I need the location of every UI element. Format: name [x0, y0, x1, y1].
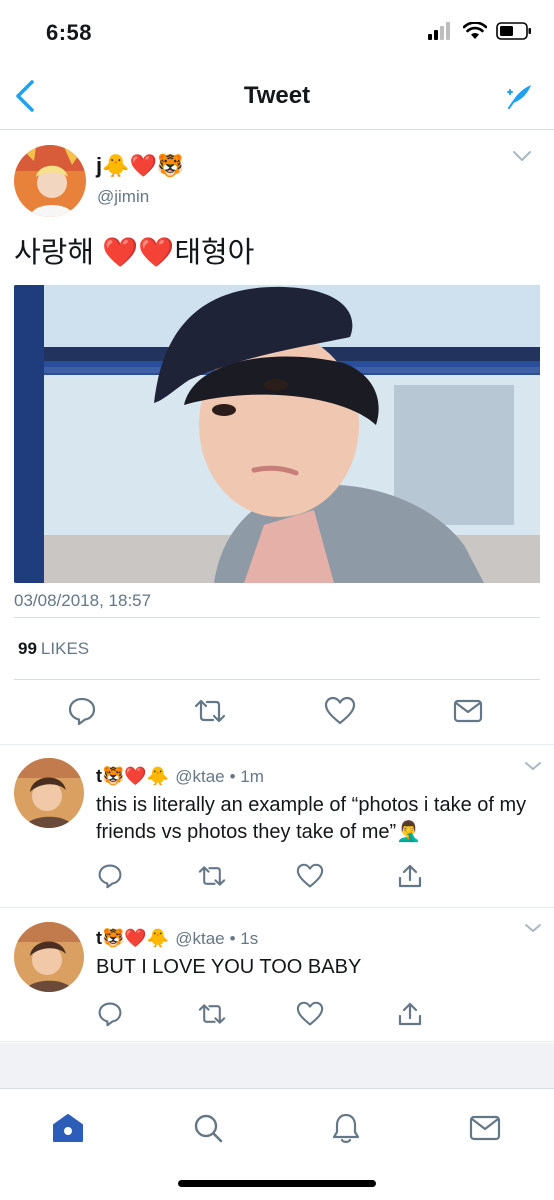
share-icon	[398, 1002, 422, 1026]
reply-time: • 1m	[229, 766, 264, 786]
reply-text: BUT I LOVE YOU TOO BABY	[96, 956, 362, 978]
message-icon	[469, 1115, 501, 1141]
share-button[interactable]	[392, 996, 428, 1032]
message-icon	[453, 699, 483, 723]
chevron-down-icon	[525, 924, 541, 932]
notifications-icon	[332, 1113, 360, 1143]
reply-text: this is literally an example of “photos …	[96, 794, 527, 843]
tweet-actions	[0, 693, 554, 733]
retweet-icon	[198, 866, 226, 886]
tab-messages[interactable]	[465, 1108, 505, 1148]
tweet-text: 사랑해 ❤️❤️태형아	[14, 237, 255, 269]
divider	[14, 679, 540, 680]
list-footer	[0, 1043, 554, 1089]
retweet-button[interactable]	[194, 858, 230, 894]
likes-count: 99	[18, 639, 37, 658]
tab-home[interactable]	[48, 1108, 88, 1148]
tab-notifications[interactable]	[326, 1108, 366, 1148]
reply-header: t🐯❤️🐥 @ktae • 1m	[96, 766, 264, 787]
chevron-down-icon	[525, 762, 541, 770]
reply-menu-button[interactable]	[524, 920, 542, 938]
wifi-icon	[463, 22, 487, 39]
share-button[interactable]	[392, 858, 428, 894]
battery-icon	[496, 22, 531, 40]
reply-time: • 1s	[229, 928, 259, 948]
likes-label: LIKES	[40, 639, 90, 658]
reply-author-name[interactable]: t🐯❤️🐥	[96, 928, 169, 949]
like-icon	[324, 696, 356, 725]
avatar-image	[14, 922, 84, 992]
retweet-icon	[194, 699, 226, 723]
status-bar: 6:58	[0, 0, 554, 64]
tab-search[interactable]	[188, 1108, 228, 1148]
reply-author-handle[interactable]: @ktae	[175, 929, 224, 949]
author-handle[interactable]: @jimin	[97, 187, 149, 207]
tweet-photo[interactable]	[14, 285, 540, 583]
status-icons	[428, 22, 532, 40]
like-button[interactable]	[292, 996, 328, 1032]
likes-stat[interactable]: 99 LIKES	[18, 639, 89, 659]
reply-author-handle[interactable]: @ktae	[175, 767, 224, 787]
nav-bar: Tweet	[0, 64, 554, 130]
home-icon	[53, 1114, 83, 1142]
reply-header: t🐯❤️🐥 @ktae • 1s	[96, 928, 258, 949]
like-button[interactable]	[292, 858, 328, 894]
reply-tweet[interactable]: t🐯❤️🐥 @ktae • 1m this is literally an ex…	[0, 746, 554, 908]
main-tweet[interactable]: j🐥❤️🐯 @jimin 사랑해 ❤️❤️태형아 03/08/2018, 18:…	[0, 131, 554, 745]
reply-button[interactable]	[92, 858, 128, 894]
author-name[interactable]: j🐥❤️🐯	[96, 153, 184, 179]
reply-tweet[interactable]: t🐯❤️🐥 @ktae • 1s BUT I LOVE YOU TOO BABY	[0, 908, 554, 1042]
retweet-icon	[198, 1004, 226, 1024]
reply-menu-button[interactable]	[524, 758, 542, 776]
avatar[interactable]	[14, 145, 86, 217]
photo-image	[14, 285, 540, 583]
divider	[14, 617, 540, 618]
search-icon	[194, 1114, 223, 1143]
tweet-menu-button[interactable]	[512, 149, 532, 167]
like-icon	[296, 1001, 324, 1026]
reply-icon	[98, 864, 122, 889]
message-button[interactable]	[450, 693, 486, 729]
like-button[interactable]	[322, 693, 358, 729]
reply-button[interactable]	[92, 996, 128, 1032]
home-indicator[interactable]	[178, 1180, 376, 1187]
reply-button[interactable]	[64, 693, 100, 729]
compose-icon	[507, 85, 531, 109]
like-icon	[296, 863, 324, 888]
page-title: Tweet	[243, 82, 311, 109]
retweet-button[interactable]	[192, 693, 228, 729]
avatar-image	[14, 145, 86, 217]
reply-icon	[98, 1002, 122, 1027]
reply-icon	[68, 697, 96, 726]
chevron-down-icon	[513, 151, 531, 161]
avatar-image	[14, 758, 84, 828]
avatar[interactable]	[14, 922, 84, 992]
avatar[interactable]	[14, 758, 84, 828]
share-icon	[398, 864, 422, 888]
tweet-timestamp: 03/08/2018, 18:57	[14, 591, 152, 610]
signal-icon	[428, 22, 450, 40]
retweet-button[interactable]	[194, 996, 230, 1032]
status-time: 6:58	[46, 20, 93, 45]
reply-author-name[interactable]: t🐯❤️🐥	[96, 766, 169, 787]
compose-button[interactable]	[504, 80, 536, 112]
